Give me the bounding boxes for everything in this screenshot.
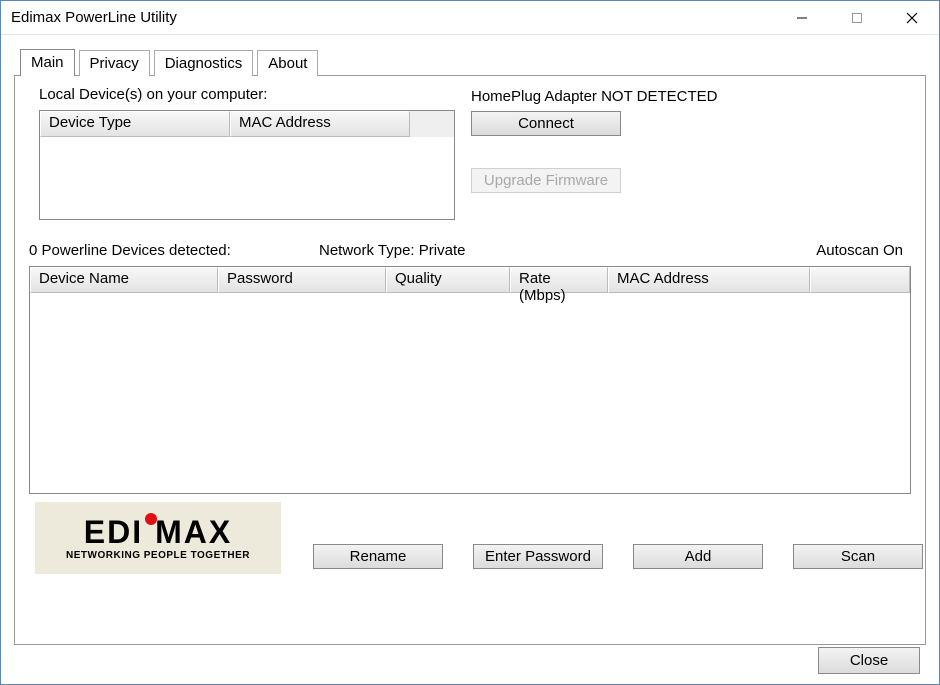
titlebar: Edimax PowerLine Utility bbox=[1, 1, 939, 35]
powerline-device-list[interactable]: Device Name Password Quality Rate (Mbps)… bbox=[29, 266, 911, 494]
local-device-list[interactable]: Device Type MAC Address bbox=[39, 110, 455, 220]
minimize-button[interactable] bbox=[774, 1, 829, 34]
local-devices-label: Local Device(s) on your computer: bbox=[39, 86, 267, 103]
connect-button[interactable]: Connect bbox=[471, 111, 621, 136]
window-controls bbox=[774, 1, 939, 34]
close-window-button[interactable] bbox=[884, 1, 939, 34]
window-title: Edimax PowerLine Utility bbox=[11, 9, 177, 26]
edimax-logo: EDIMAX NETWORKING PEOPLE TOGETHER bbox=[35, 502, 281, 574]
col-rate[interactable]: Rate (Mbps) bbox=[510, 267, 608, 293]
col-quality[interactable]: Quality bbox=[386, 267, 510, 293]
col-mac[interactable]: MAC Address bbox=[608, 267, 810, 293]
client-area: Main Privacy Diagnostics About Local Dev… bbox=[2, 36, 938, 648]
network-type-text: Network Type: Private bbox=[319, 242, 699, 259]
window: Edimax PowerLine Utility Main Privacy Di… bbox=[0, 0, 940, 685]
upgrade-firmware-button: Upgrade Firmware bbox=[471, 168, 621, 193]
tab-main[interactable]: Main bbox=[20, 49, 75, 76]
logo-dot-icon bbox=[145, 513, 157, 525]
tab-privacy[interactable]: Privacy bbox=[79, 50, 150, 76]
scan-button[interactable]: Scan bbox=[793, 544, 923, 569]
col-spacer bbox=[810, 267, 910, 293]
col-device-name[interactable]: Device Name bbox=[30, 267, 218, 293]
tab-body: Local Device(s) on your computer: Device… bbox=[14, 75, 926, 645]
maximize-button[interactable] bbox=[829, 1, 884, 34]
tabstrip: Main Privacy Diagnostics About bbox=[14, 49, 926, 76]
add-button[interactable]: Add bbox=[633, 544, 763, 569]
col-device-type[interactable]: Device Type bbox=[40, 111, 230, 137]
col-password[interactable]: Password bbox=[218, 267, 386, 293]
tab-about[interactable]: About bbox=[257, 50, 318, 76]
logo-wordmark: EDIMAX bbox=[84, 516, 232, 548]
logo-tagline: NETWORKING PEOPLE TOGETHER bbox=[66, 550, 250, 561]
col-mac-address[interactable]: MAC Address bbox=[230, 111, 410, 137]
adapter-status-text: HomePlug Adapter NOT DETECTED bbox=[471, 88, 717, 105]
local-list-headers: Device Type MAC Address bbox=[40, 111, 454, 137]
status-area: HomePlug Adapter NOT DETECTED Connect Up… bbox=[471, 88, 717, 193]
devices-detected-text: 0 Powerline Devices detected: bbox=[29, 242, 319, 259]
rename-button[interactable]: Rename bbox=[313, 544, 443, 569]
tab-diagnostics[interactable]: Diagnostics bbox=[154, 50, 254, 76]
action-buttons: Rename Enter Password Add Scan bbox=[313, 544, 923, 569]
close-button[interactable]: Close bbox=[818, 647, 920, 674]
footer: Close bbox=[2, 637, 938, 683]
pl-list-headers: Device Name Password Quality Rate (Mbps)… bbox=[30, 267, 910, 293]
enter-password-button[interactable]: Enter Password bbox=[473, 544, 603, 569]
info-row: 0 Powerline Devices detected: Network Ty… bbox=[29, 242, 913, 259]
autoscan-text: Autoscan On bbox=[699, 242, 913, 259]
